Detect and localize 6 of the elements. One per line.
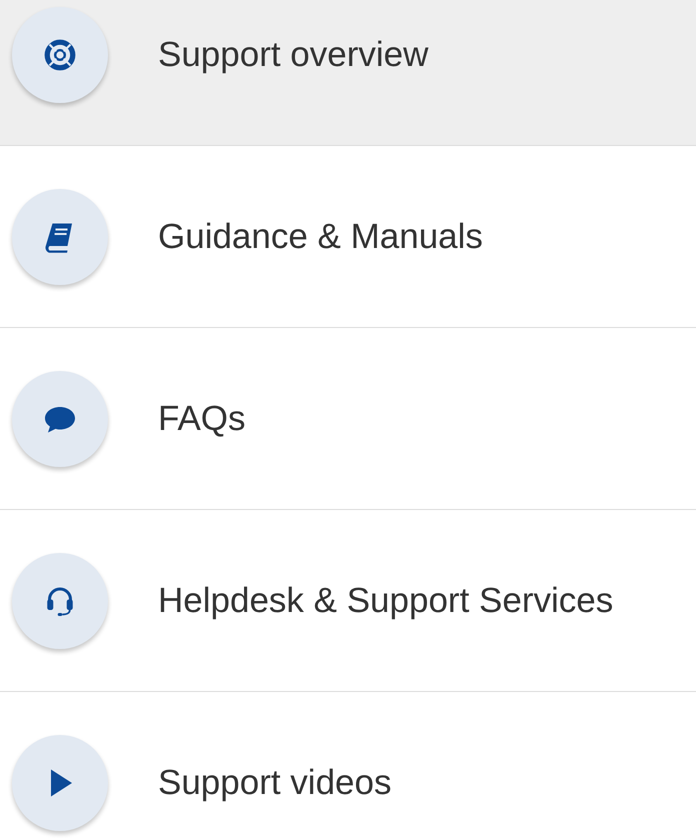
menu-item[interactable]: Support overview xyxy=(0,0,696,146)
menu-label: Support videos xyxy=(158,762,392,802)
menu-label: Guidance & Manuals xyxy=(158,216,483,256)
menu-label: FAQs xyxy=(158,398,246,438)
menu-label: Support overview xyxy=(158,34,428,74)
menu-label: Helpdesk & Support Services xyxy=(158,580,614,620)
